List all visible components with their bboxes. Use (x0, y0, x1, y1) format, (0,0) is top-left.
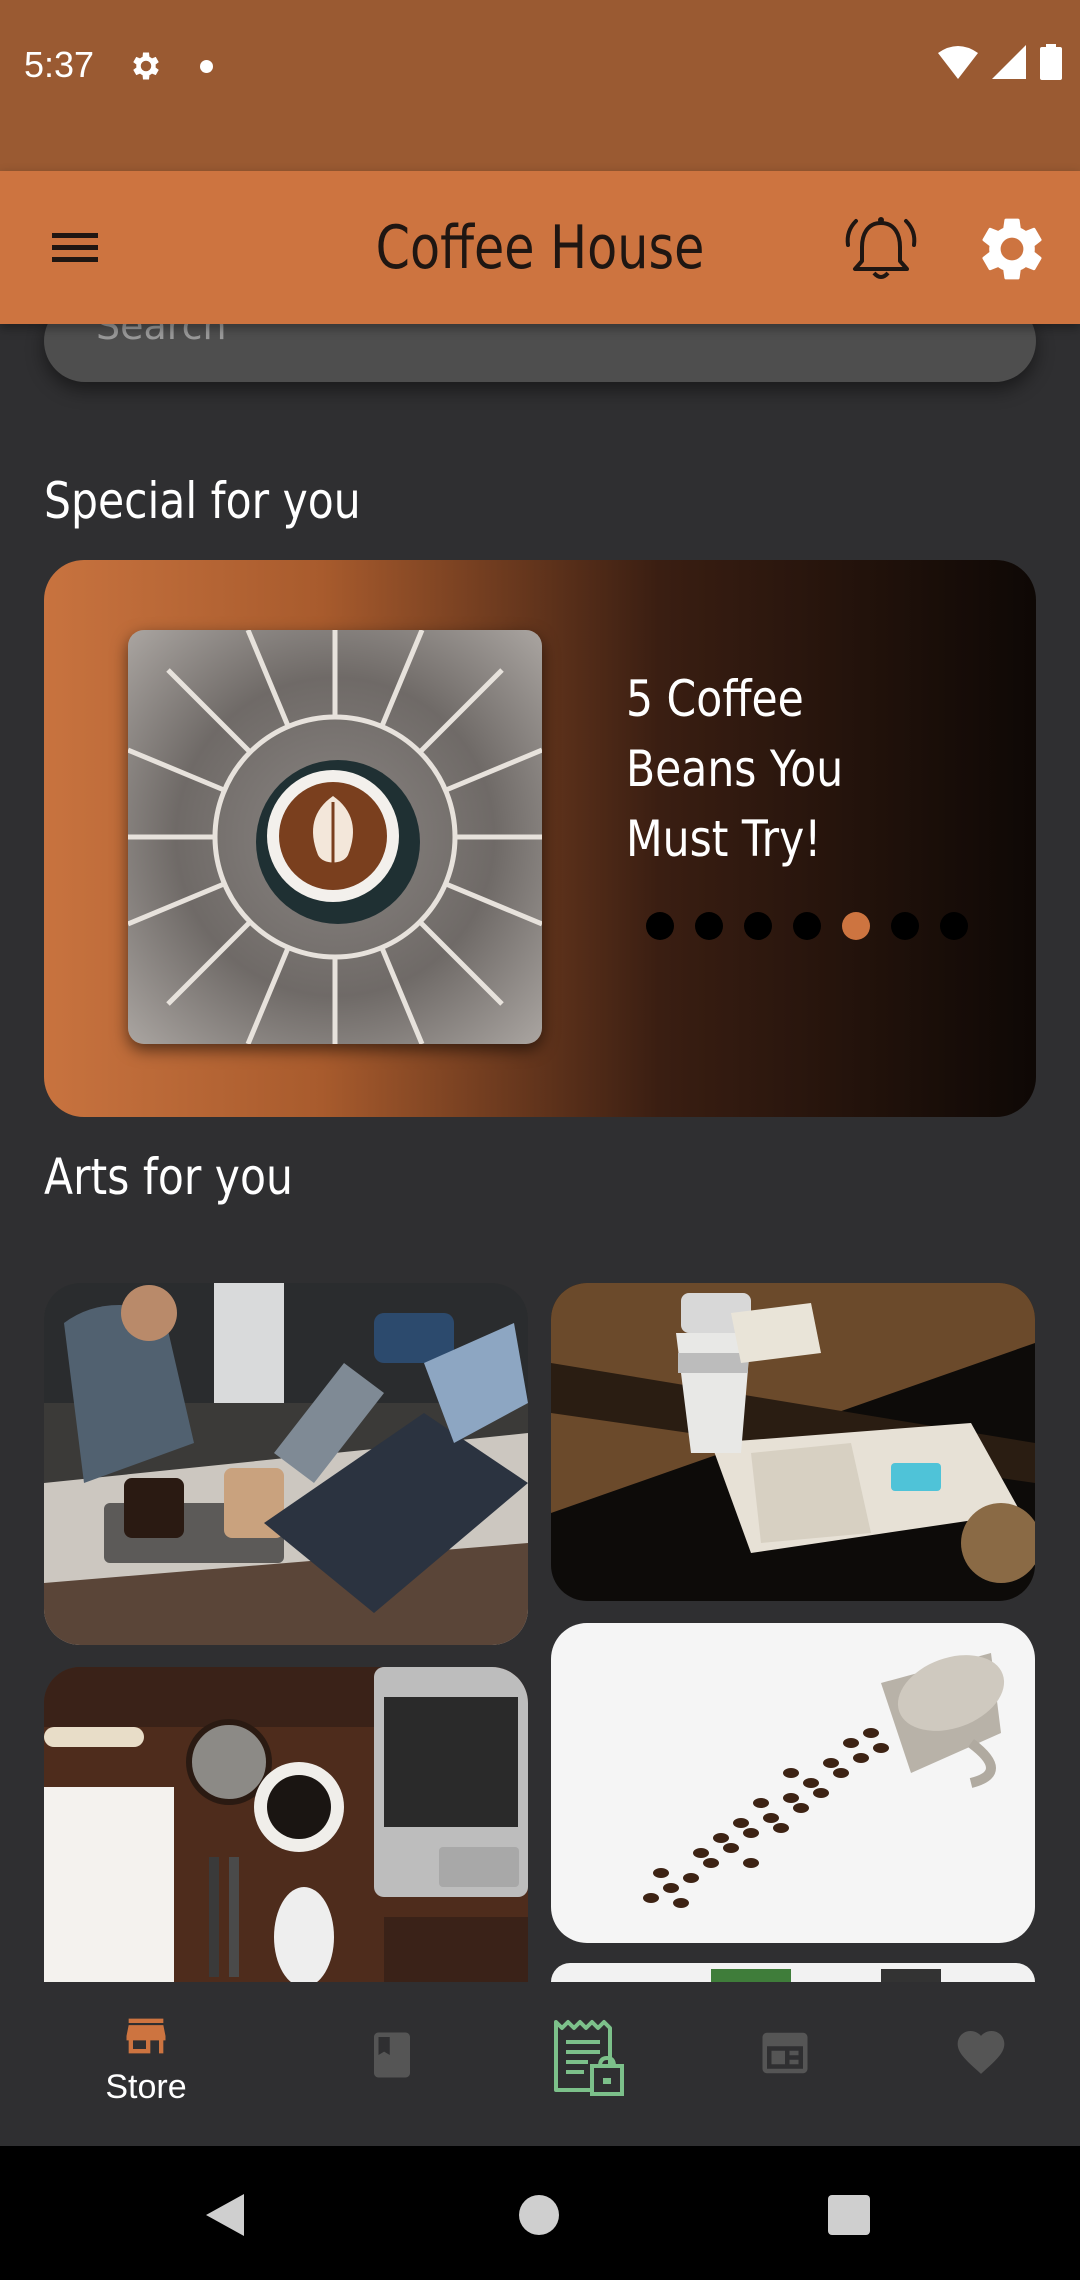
home-icon[interactable] (518, 2194, 560, 2236)
special-carousel-card[interactable]: 5 Coffee Beans You Must Try! (44, 560, 1036, 1117)
carousel-dot[interactable] (793, 912, 821, 940)
carousel-dot[interactable] (646, 912, 674, 940)
heart-icon (957, 2031, 1005, 2074)
system-navigation-bar (0, 2146, 1080, 2280)
status-indicators (938, 44, 1062, 80)
status-bar: 5:37 (0, 0, 1080, 171)
recents-icon[interactable] (828, 2195, 870, 2235)
notification-dot (200, 60, 213, 73)
nav-store-label: Store (105, 2068, 187, 2106)
carousel-indicator (646, 912, 968, 940)
carousel-dot[interactable] (695, 912, 723, 940)
nav-favorites[interactable] (901, 1982, 1061, 2146)
store-icon (126, 2018, 166, 2054)
bottom-navigation: Store (0, 1982, 1080, 2146)
art-tile-cafe-laptop[interactable] (44, 1283, 528, 1645)
wifi-icon (938, 46, 978, 79)
alarm-bell-icon[interactable] (840, 209, 922, 291)
art-tile-coffee-book[interactable] (551, 1283, 1035, 1601)
carousel-dot[interactable] (891, 912, 919, 940)
carousel-dot[interactable] (744, 912, 772, 940)
section-title-arts: Arts for you (44, 1148, 293, 1206)
section-title-special: Special for you (44, 472, 361, 530)
nav-book[interactable] (312, 1982, 472, 2146)
battery-icon (1040, 44, 1062, 80)
book-icon (374, 2032, 410, 2078)
art-tile-desk-flatlay[interactable] (44, 1667, 528, 1982)
back-icon[interactable] (204, 2192, 246, 2238)
nav-news[interactable] (705, 1982, 865, 2146)
nav-receipt[interactable] (508, 1982, 668, 2146)
newspaper-icon (762, 2032, 808, 2074)
carousel-dot[interactable] (940, 912, 968, 940)
carousel-dot-active[interactable] (842, 912, 870, 940)
latte-art-image (128, 630, 542, 1044)
receipt-icon (554, 2020, 624, 2096)
signal-icon (992, 45, 1026, 79)
art-tile-partial[interactable] (551, 1963, 1035, 1982)
special-headline: 5 Coffee Beans You Must Try! (626, 670, 844, 868)
gear-icon (133, 52, 159, 80)
art-tile-coffee-beans[interactable] (551, 1623, 1035, 1943)
settings-gear-icon[interactable] (974, 211, 1050, 287)
nav-store[interactable]: Store (66, 1982, 226, 2146)
app-bar: Coffee House (0, 171, 1080, 324)
status-time: 5:37 (24, 44, 95, 85)
